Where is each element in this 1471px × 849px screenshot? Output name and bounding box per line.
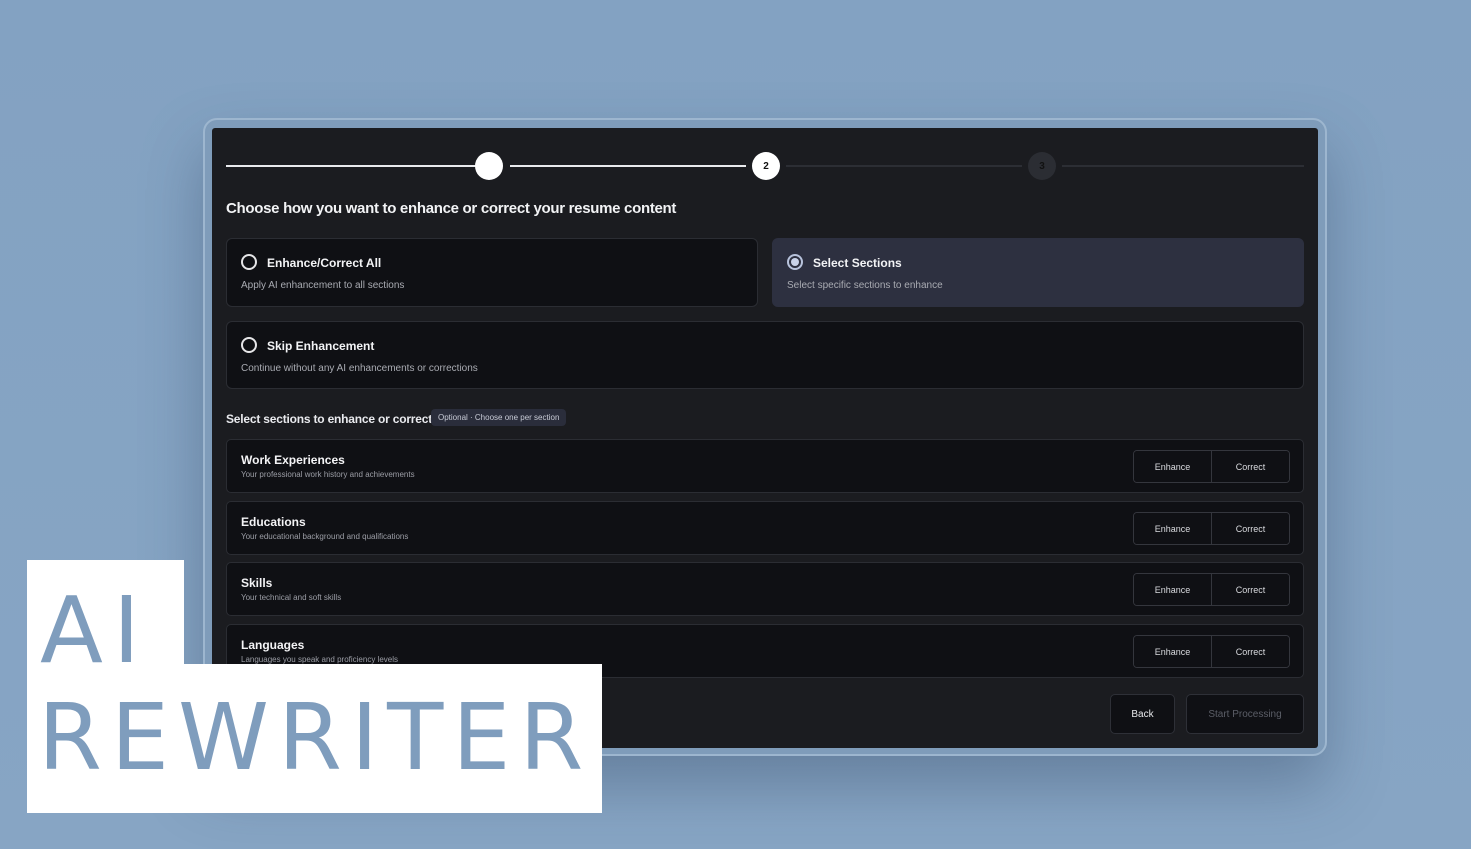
step-line-3 <box>786 165 1022 167</box>
step-3-upcoming: 3 <box>1028 152 1056 180</box>
option-enhance-correct-all[interactable]: Enhance/Correct All Apply AI enhancement… <box>226 238 758 307</box>
sections-heading: Select sections to enhance or correct <box>226 412 433 426</box>
option-title: Skip Enhancement <box>267 339 375 353</box>
correct-button[interactable]: Correct <box>1211 513 1289 544</box>
correct-button[interactable]: Correct <box>1211 574 1289 605</box>
section-description: Languages you speak and proficiency leve… <box>241 655 398 664</box>
step-2-number: 2 <box>763 160 769 172</box>
step-3-number: 3 <box>1039 160 1045 172</box>
app-window: 2 3 Choose how you want to enhance or co… <box>212 128 1318 748</box>
step-line-1 <box>226 165 476 167</box>
step-line-4 <box>1062 165 1304 167</box>
option-title: Enhance/Correct All <box>267 256 382 270</box>
section-title: Educations <box>241 515 306 529</box>
option-skip-enhancement[interactable]: Skip Enhancement Continue without any AI… <box>226 321 1304 389</box>
section-row-skills: Skills Your technical and soft skills En… <box>226 562 1304 616</box>
section-title: Work Experiences <box>241 453 345 467</box>
section-row-work-experiences: Work Experiences Your professional work … <box>226 439 1304 493</box>
page-title: Choose how you want to enhance or correc… <box>226 200 677 217</box>
step-2-current: 2 <box>752 152 780 180</box>
mode-toggle: Enhance Correct <box>1133 573 1290 606</box>
option-description: Continue without any AI enhancements or … <box>241 363 478 374</box>
section-description: Your technical and soft skills <box>241 593 342 602</box>
correct-button[interactable]: Correct <box>1211 636 1289 667</box>
start-processing-button[interactable]: Start Processing <box>1186 694 1304 734</box>
mode-toggle: Enhance Correct <box>1133 512 1290 545</box>
section-title: Skills <box>241 576 273 590</box>
section-description: Your professional work history and achie… <box>241 470 415 479</box>
radio-enhance-correct-all[interactable] <box>241 254 257 270</box>
correct-button[interactable]: Correct <box>1211 451 1289 482</box>
mode-toggle: Enhance Correct <box>1133 450 1290 483</box>
overlay-title-rewriter: REWRITER <box>38 684 593 791</box>
radio-skip-enhancement[interactable] <box>241 337 257 353</box>
section-row-educations: Educations Your educational background a… <box>226 501 1304 555</box>
section-description: Your educational background and qualific… <box>241 532 409 541</box>
overlay-title-ai: AI <box>40 577 151 684</box>
option-select-sections[interactable]: Select Sections Select specific sections… <box>772 238 1304 307</box>
section-title: Languages <box>241 638 305 652</box>
step-1-complete <box>475 152 503 180</box>
progress-stepper: 2 3 <box>226 152 1304 180</box>
option-description: Select specific sections to enhance <box>787 280 943 291</box>
enhance-button[interactable]: Enhance <box>1134 513 1211 544</box>
enhance-button[interactable]: Enhance <box>1134 574 1211 605</box>
option-title: Select Sections <box>813 256 902 270</box>
back-button[interactable]: Back <box>1110 694 1175 734</box>
enhance-button[interactable]: Enhance <box>1134 451 1211 482</box>
optional-badge: Optional · Choose one per section <box>431 409 567 426</box>
option-description: Apply AI enhancement to all sections <box>241 280 405 291</box>
radio-select-sections[interactable] <box>787 254 803 270</box>
step-line-2 <box>510 165 746 167</box>
stage: 2 3 Choose how you want to enhance or co… <box>0 0 1471 849</box>
enhance-button[interactable]: Enhance <box>1134 636 1211 667</box>
mode-toggle: Enhance Correct <box>1133 635 1290 668</box>
